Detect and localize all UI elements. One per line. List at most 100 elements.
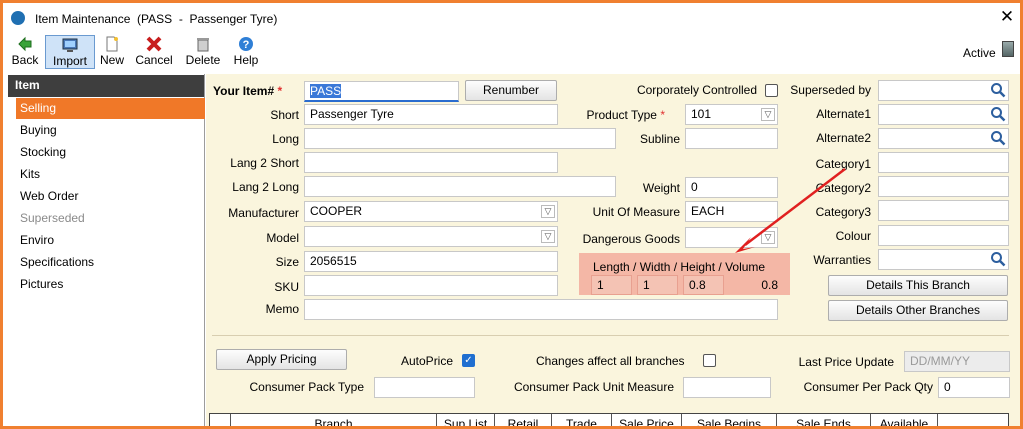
category3-field[interactable] xyxy=(878,200,1009,221)
changes-all-branches-label: Changes affect all branches xyxy=(536,354,685,368)
lang2-long-field[interactable] xyxy=(304,176,616,197)
alternate1-field[interactable] xyxy=(878,104,1009,125)
sidebar-item-selling[interactable]: Selling xyxy=(16,98,205,119)
volume-value: 0.8 xyxy=(761,278,778,292)
column-header-blank xyxy=(937,414,1009,426)
consumer-pack-uom-field[interactable] xyxy=(683,377,771,398)
help-label: Help xyxy=(233,53,259,67)
help-button[interactable]: ? Help xyxy=(229,35,263,69)
help-icon: ? xyxy=(239,37,253,51)
your-item-label: Your Item# * xyxy=(213,84,283,98)
column-header-available[interactable]: Available xyxy=(870,414,937,426)
back-button[interactable]: Back xyxy=(7,35,43,69)
sidebar-item-superseded[interactable]: Superseded xyxy=(16,208,205,229)
column-header-sale-price[interactable]: Sale Price xyxy=(611,414,681,426)
search-icon[interactable] xyxy=(990,106,1006,122)
sidebar-item-stocking[interactable]: Stocking xyxy=(16,142,205,163)
changes-all-branches-checkbox[interactable] xyxy=(703,354,716,367)
sku-label: SKU xyxy=(274,280,299,294)
size-field[interactable]: 2056515 xyxy=(304,251,558,272)
height-field[interactable]: 0.8 xyxy=(683,275,724,295)
your-item-value: PASS xyxy=(310,84,342,98)
sidebar-header: Item xyxy=(8,75,204,97)
chevron-down-icon[interactable]: ▽ xyxy=(541,205,555,218)
short-field[interactable]: Passenger Tyre xyxy=(304,104,558,125)
alternate2-label: Alternate2 xyxy=(816,131,871,145)
superseded-by-field[interactable] xyxy=(878,80,1009,101)
column-header-retail[interactable]: Retail xyxy=(494,414,551,426)
sidebar-item-buying[interactable]: Buying xyxy=(16,120,205,141)
column-header-trade[interactable]: Trade xyxy=(551,414,611,426)
memo-label: Memo xyxy=(265,302,299,316)
chevron-down-icon[interactable]: ▽ xyxy=(541,230,555,243)
autoprice-checkbox[interactable]: ✓ xyxy=(462,354,475,367)
model-select[interactable]: ▽ xyxy=(304,226,558,247)
uom-label: Unit Of Measure xyxy=(592,205,680,219)
app-logo-icon xyxy=(11,11,25,25)
sku-field[interactable] xyxy=(304,275,558,296)
import-icon xyxy=(62,38,78,52)
cancel-button[interactable]: Cancel xyxy=(131,35,177,69)
column-header-sale-ends[interactable]: Sale Ends xyxy=(776,414,870,426)
manufacturer-label: Manufacturer xyxy=(228,206,299,220)
search-icon[interactable] xyxy=(990,251,1006,267)
product-type-value: 101 xyxy=(691,107,712,121)
product-type-label: Product Type * xyxy=(586,108,665,122)
status-label: Active xyxy=(963,46,996,60)
category2-field[interactable] xyxy=(878,176,1009,197)
sidebar-item-specifications[interactable]: Specifications xyxy=(16,252,205,273)
memo-field[interactable] xyxy=(304,299,778,320)
dangerous-goods-label: Dangerous Goods xyxy=(582,232,680,246)
details-other-branches-button[interactable]: Details Other Branches xyxy=(828,300,1008,321)
sidebar-item-web-order[interactable]: Web Order xyxy=(16,186,205,207)
superseded-by-label: Superseded by xyxy=(790,83,871,97)
close-button[interactable]: ✕ xyxy=(999,8,1015,26)
long-label: Long xyxy=(272,132,299,146)
column-header-sale-begins[interactable]: Sale Begins xyxy=(681,414,776,426)
short-label: Short xyxy=(270,108,299,122)
lang2-long-label: Lang 2 Long xyxy=(232,180,299,194)
manufacturer-value: COOPER xyxy=(310,204,363,218)
column-header-sup-list[interactable]: Sup List xyxy=(436,414,494,426)
warranties-field[interactable] xyxy=(878,249,1009,270)
svg-text:?: ? xyxy=(243,39,250,51)
colour-field[interactable] xyxy=(878,225,1009,246)
consumer-pack-type-label: Consumer Pack Type xyxy=(249,380,365,394)
manufacturer-select[interactable]: COOPER ▽ xyxy=(304,201,558,222)
chevron-down-icon[interactable]: ▽ xyxy=(761,108,775,121)
alternate2-field[interactable] xyxy=(878,128,1009,149)
model-label: Model xyxy=(266,231,299,245)
renumber-button[interactable]: Renumber xyxy=(465,80,557,101)
apply-pricing-button[interactable]: Apply Pricing xyxy=(216,349,347,370)
delete-label: Delete xyxy=(185,53,221,67)
lang2-short-label: Lang 2 Short xyxy=(230,156,299,170)
sidebar-item-kits[interactable]: Kits xyxy=(16,164,205,185)
sidebar-item-enviro[interactable]: Enviro xyxy=(16,230,205,251)
last-price-update-field[interactable]: DD/MM/YY xyxy=(904,351,1010,372)
search-icon[interactable] xyxy=(990,130,1006,146)
consumer-pack-type-field[interactable] xyxy=(374,377,475,398)
column-header-branch[interactable]: Branch xyxy=(230,414,436,426)
product-type-select[interactable]: 101 ▽ xyxy=(685,104,778,125)
new-button[interactable]: New xyxy=(97,35,127,69)
consumer-per-pack-qty-field[interactable]: 0 xyxy=(938,377,1010,398)
corp-controlled-label: Corporately Controlled xyxy=(636,83,757,97)
lang2-short-field[interactable] xyxy=(304,152,558,173)
weight-label: Weight xyxy=(642,181,680,195)
status-indicator-icon xyxy=(1002,41,1014,57)
consumer-per-pack-qty-label: Consumer Per Pack Qty xyxy=(803,380,933,394)
import-label: Import xyxy=(52,54,87,68)
details-this-branch-button[interactable]: Details This Branch xyxy=(828,275,1008,296)
search-icon[interactable] xyxy=(990,82,1006,98)
subline-field[interactable] xyxy=(685,128,778,149)
your-item-field[interactable]: PASS xyxy=(304,81,459,102)
length-field[interactable]: 1 xyxy=(591,275,632,295)
long-field[interactable] xyxy=(304,128,616,149)
corp-controlled-checkbox[interactable] xyxy=(765,84,778,97)
sidebar-item-pictures[interactable]: Pictures xyxy=(16,274,205,295)
delete-button[interactable]: Delete xyxy=(181,35,225,69)
category1-field[interactable] xyxy=(878,152,1009,173)
section-divider xyxy=(212,335,1009,336)
import-button[interactable]: Import xyxy=(45,35,95,69)
width-field[interactable]: 1 xyxy=(637,275,678,295)
